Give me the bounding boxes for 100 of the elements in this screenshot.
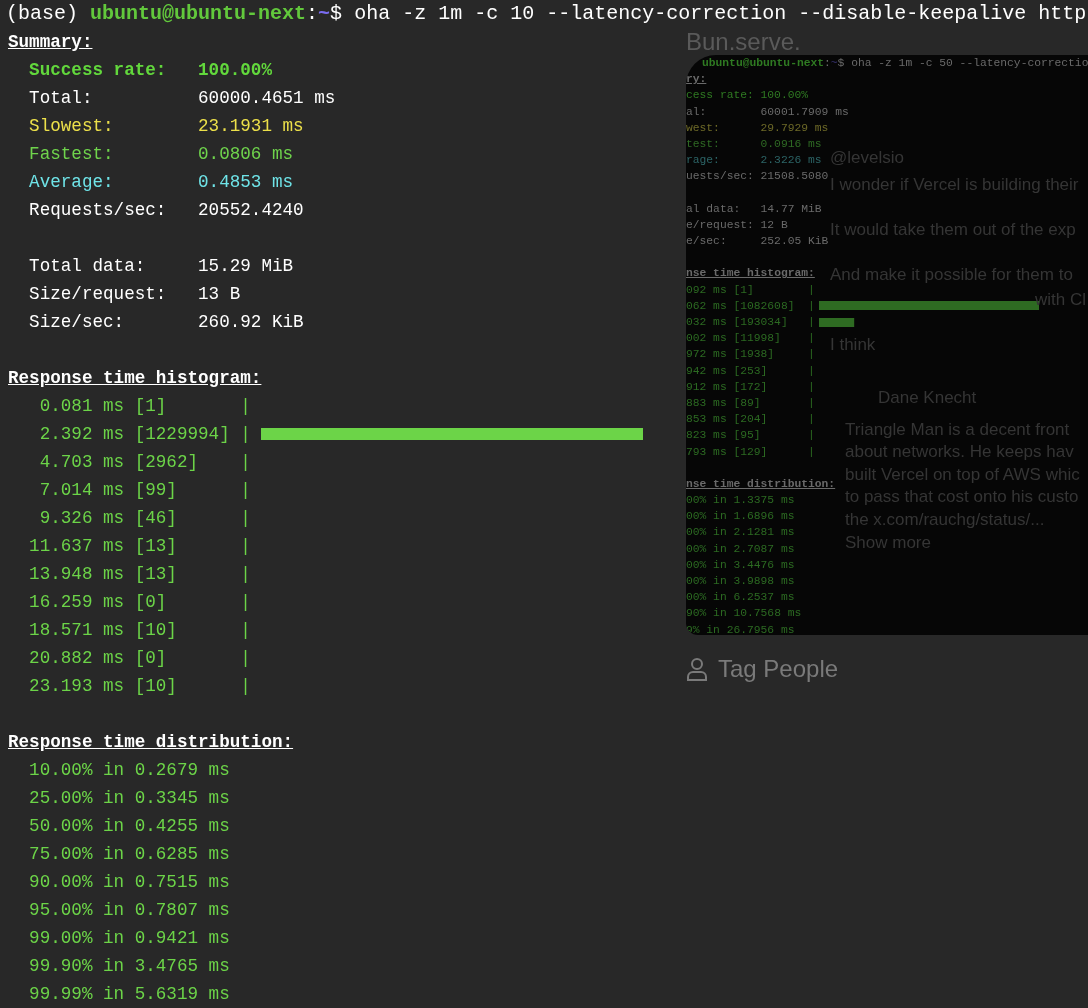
metric-label: Slowest: <box>29 116 114 136</box>
command-line: (base) ubuntu@ubuntu-next:~$ oha -z 1m -c 10 --latency-correction --disable-keepalive http <box>6 2 1087 25</box>
metric-label: test: <box>686 137 720 150</box>
bucket-count: [193034] <box>733 316 788 328</box>
metric-value: 12 B <box>760 217 788 233</box>
metric-label: Total data: <box>29 256 146 276</box>
metric-value: 20552.4240 <box>198 199 304 222</box>
bucket-value: 032 ms <box>686 316 727 328</box>
axis-mark: | <box>240 535 251 558</box>
axis-mark: | <box>808 395 815 411</box>
person-icon <box>686 657 708 681</box>
axis-mark: | <box>240 451 251 474</box>
bucket-count: [46] <box>134 508 177 528</box>
axis-mark: | <box>808 298 815 314</box>
percentile-line: 00% in 2.1281 ms <box>686 525 795 541</box>
bucket-value: 793 ms <box>686 445 727 458</box>
axis-mark: | <box>808 347 815 363</box>
bucket-count: [253] <box>733 364 768 377</box>
metric-label: Success rate: <box>29 60 167 80</box>
axis-mark: | <box>240 675 251 698</box>
bucket-value: 23.193 ms <box>29 676 125 696</box>
bucket-value: 002 ms <box>686 332 727 345</box>
percentile-line: 00% in 2.7087 ms <box>686 541 795 557</box>
bucket-count: [0] <box>134 592 167 612</box>
tag-people-link[interactable]: Tag People <box>718 655 839 683</box>
bucket-value: 2.392 ms <box>39 424 125 444</box>
bucket-count: [129] <box>733 445 768 458</box>
command-line: ubuntu@ubuntu-next:~$ oha -z 1m -c 50 --latency-correctio <box>702 56 1088 71</box>
metric-label: Requests/sec: <box>29 200 167 220</box>
axis-mark: | <box>808 331 815 347</box>
section-heading: Response time distribution: <box>8 731 294 754</box>
axis-mark: | <box>240 563 251 586</box>
section-heading: Summary: <box>8 31 93 54</box>
metric-value: 0.0916 ms <box>760 136 822 152</box>
metric-value: 13 B <box>198 283 241 306</box>
metric-label: rage: <box>686 154 720 167</box>
bucket-count: [2962] <box>134 452 199 472</box>
axis-mark: | <box>808 282 815 298</box>
axis-mark: | <box>240 619 251 642</box>
percentile-line: 90.00% in 0.7515 ms <box>29 871 230 894</box>
percentile-line: 50.00% in 0.4255 ms <box>29 815 230 838</box>
axis-mark: | <box>808 444 815 460</box>
section-heading: Response time histogram: <box>8 367 262 390</box>
bucket-value: 853 ms <box>686 413 727 426</box>
metric-value: 29.7929 ms <box>760 120 829 136</box>
bucket-count: [10] <box>134 620 177 640</box>
percentile-line: 25.00% in 0.3345 ms <box>29 787 230 810</box>
bucket-value: 0.081 ms <box>39 396 125 416</box>
bucket-value: 13.948 ms <box>29 564 125 584</box>
bucket-value: 11.637 ms <box>29 536 125 556</box>
bucket-count: [0] <box>134 648 167 668</box>
metric-value: 21508.5080 <box>760 169 829 185</box>
bucket-count: [1] <box>733 283 754 296</box>
metric-label: cess rate: <box>686 89 754 102</box>
axis-mark: | <box>240 507 251 530</box>
metric-value: 14.77 MiB <box>760 201 822 217</box>
percentile-line: 95.00% in 0.7807 ms <box>29 899 230 922</box>
metric-value: 260.92 KiB <box>198 311 304 334</box>
bucket-count: [1938] <box>733 348 775 361</box>
bucket-value: 092 ms <box>686 283 727 296</box>
metric-value: 100.00% <box>198 59 272 82</box>
axis-mark: | <box>808 428 815 444</box>
metric-label: al: <box>686 105 707 118</box>
bucket-count: [13] <box>134 536 177 556</box>
percentile-line: 00% in 1.3375 ms <box>686 493 795 509</box>
percentile-line: 00% in 6.2537 ms <box>686 590 795 606</box>
metric-value: 0.0806 ms <box>198 143 294 166</box>
metric-label: e/request: <box>686 218 754 231</box>
percentile-line: 99.90% in 3.4765 ms <box>29 955 230 978</box>
metric-label: e/sec: <box>686 235 727 248</box>
bucket-value: 20.882 ms <box>29 648 125 668</box>
percentile-line: 00% in 1.6896 ms <box>686 509 795 525</box>
axis-mark: | <box>240 647 251 670</box>
percentile-line: 75.00% in 0.6285 ms <box>29 843 230 866</box>
metric-value: 15.29 MiB <box>198 255 294 278</box>
bucket-value: 912 ms <box>686 380 727 393</box>
axis-mark: | <box>240 395 251 418</box>
bucket-value: 16.259 ms <box>29 592 125 612</box>
metric-label: Total: <box>29 88 93 108</box>
metric-value: 60001.7909 ms <box>760 104 849 120</box>
section-heading: ry: <box>686 72 707 88</box>
metric-value: 23.1931 ms <box>198 115 304 138</box>
section-heading: nse time distribution: <box>686 476 836 492</box>
metric-value: 2.3226 ms <box>760 153 822 169</box>
bucket-value: 883 ms <box>686 396 727 409</box>
bucket-count: [11998] <box>733 332 781 345</box>
bucket-value: 972 ms <box>686 348 727 361</box>
metric-value: 0.4853 ms <box>198 171 294 194</box>
bucket-value: 062 ms <box>686 299 727 312</box>
metric-label: al data: <box>686 202 741 215</box>
bucket-count: [1] <box>134 396 167 416</box>
percentile-line: 10.00% in 0.2679 ms <box>29 759 230 782</box>
metric-value: 252.05 KiB <box>760 234 829 250</box>
metric-label: uests/sec: <box>686 170 754 183</box>
percentile-line: 00% in 3.4476 ms <box>686 557 795 573</box>
metric-value: 60000.4651 ms <box>198 87 336 110</box>
axis-mark: | <box>808 412 815 428</box>
bucket-count: [99] <box>134 480 177 500</box>
bucket-value: 9.326 ms <box>39 508 125 528</box>
metric-label: Size/request: <box>29 284 167 304</box>
